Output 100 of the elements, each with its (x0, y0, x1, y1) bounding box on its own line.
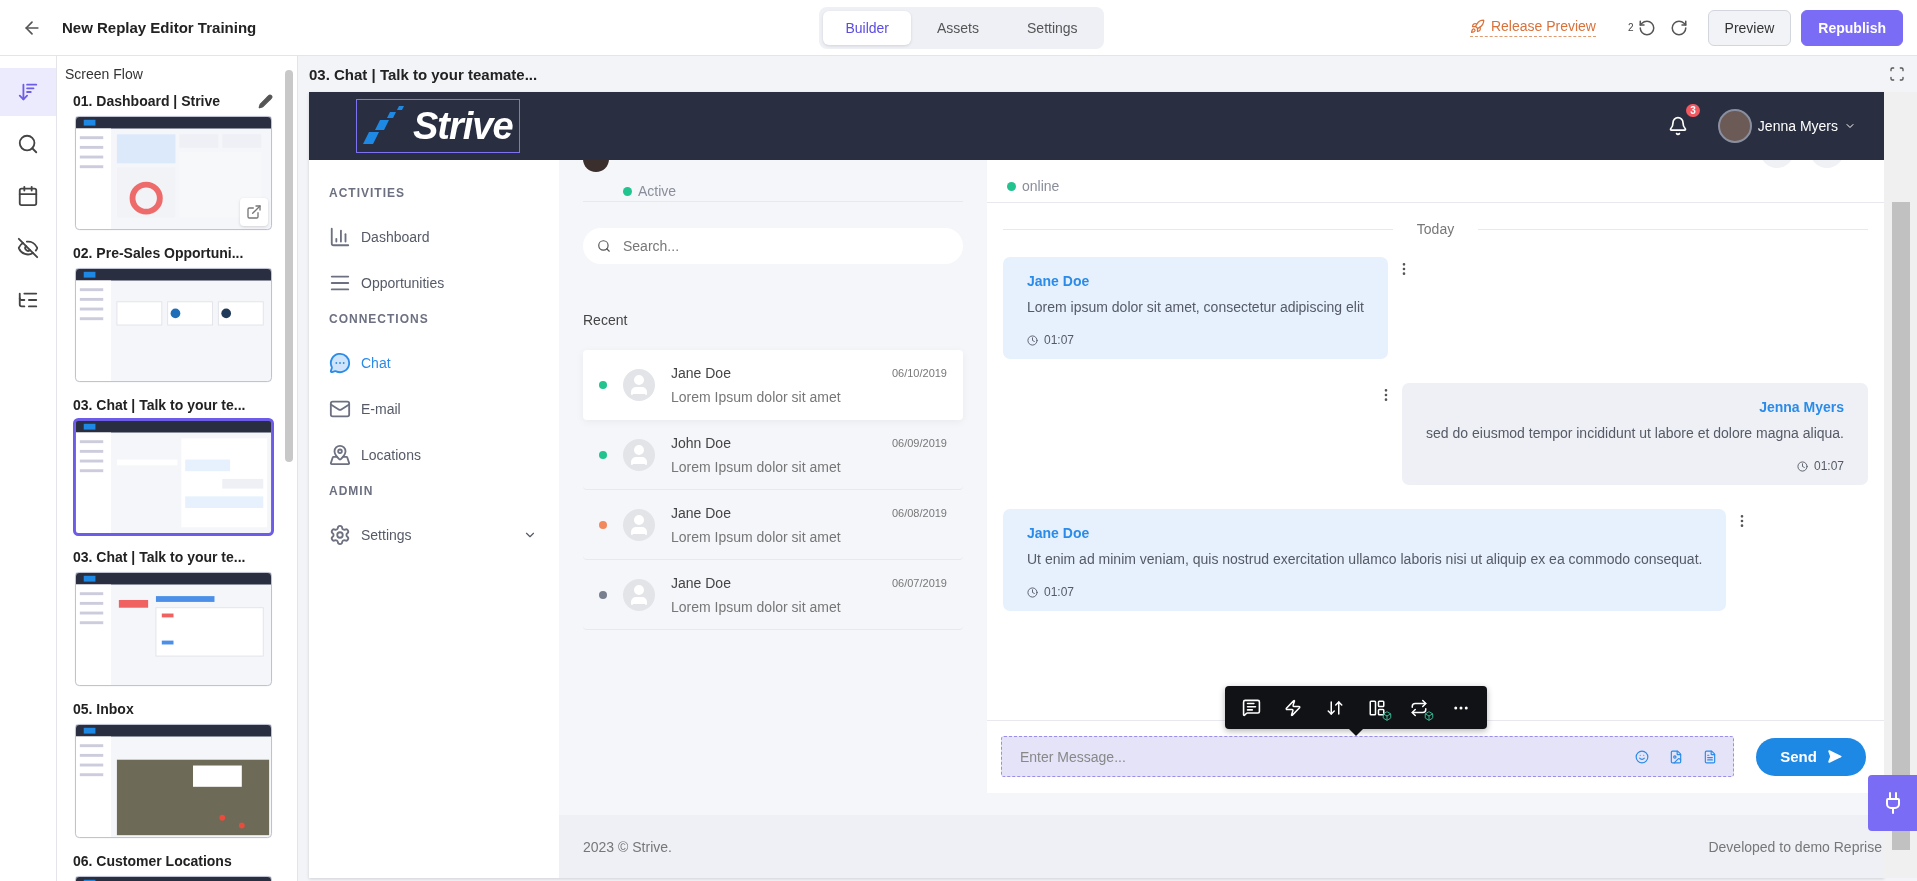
republish-button[interactable]: Republish (1801, 9, 1903, 46)
undo-count: 2 (1628, 22, 1634, 33)
message-date: 06/07/2019 (891, 576, 947, 589)
contact-name: Jane Doe (671, 365, 731, 381)
message-date: 06/10/2019 (891, 367, 947, 379)
scrollbar[interactable] (285, 70, 293, 462)
date-divider: Today (1416, 221, 1455, 237)
message-text: Lorem ipsum dolor sit amet, consectetur adipiscing elit (1027, 299, 1364, 315)
section-heading: ACTIVITIES (329, 185, 406, 202)
emoji-icon[interactable] (1635, 749, 1649, 764)
search-icon (17, 133, 39, 155)
contact-row[interactable]: Jane Doe 06/08/2019 Lorem Ipsum dolor sit amet (583, 490, 963, 560)
search-icon (597, 239, 611, 253)
nav-item[interactable]: Settings (329, 512, 559, 558)
contact-row[interactable]: Jane Doe 06/10/2019 Lorem Ipsum dolor sit amet (583, 350, 963, 420)
list-heading: Recent (583, 312, 629, 328)
screen-thumbnail[interactable] (73, 114, 274, 232)
nav-item[interactable]: E-mail (329, 386, 559, 432)
scrollbar[interactable] (1884, 92, 1917, 878)
mail-icon (329, 398, 351, 420)
nav-item[interactable]: Opportunities (329, 260, 559, 306)
editor-tab[interactable]: Assets (915, 10, 1001, 45)
project-title: New Replay Editor Training (62, 19, 257, 36)
message-input[interactable]: Enter Message... (1018, 747, 1615, 766)
message-date: 06/09/2019 (891, 436, 947, 449)
sort-icon (17, 81, 39, 103)
message-field[interactable]: Enter Message... (1001, 736, 1734, 777)
image-file-icon[interactable] (1669, 749, 1683, 764)
contact-name: John Doe (671, 434, 731, 451)
nav-item[interactable]: Chat (329, 340, 559, 386)
notification-count: 3 (1686, 104, 1700, 117)
message-preview: Lorem Ipsum dolor sit amet (671, 528, 842, 545)
sort-button[interactable] (0, 68, 56, 116)
screen-thumbnail[interactable] (73, 722, 274, 840)
message-date: 06/08/2019 (891, 506, 947, 519)
screen-thumbnail[interactable] (73, 418, 274, 536)
screen-thumbnail[interactable] (73, 570, 274, 688)
contact-name: Jane Doe (671, 574, 731, 591)
status-dot (1007, 181, 1016, 191)
bell-icon (1667, 116, 1688, 136)
search-input[interactable]: Search... (621, 237, 949, 255)
copyright-text: 2023 © Strive. (583, 838, 672, 855)
send-button[interactable]: Send (1756, 737, 1866, 776)
screen-thumbnail[interactable] (73, 266, 274, 384)
message-time: 01:07 (1044, 585, 1075, 599)
clock-icon (1027, 334, 1038, 346)
contact-name: Jane Doe (671, 504, 731, 521)
message-time: 01:07 (1044, 333, 1075, 347)
map-pin-icon (329, 444, 351, 466)
screen-label: 03. Chat | Talk to your te... (73, 549, 246, 565)
user-silhouette-icon (623, 578, 655, 611)
screen-label: 02. Pre-Sales Opportuni... (73, 245, 244, 261)
message-time: 01:07 (1813, 459, 1844, 473)
clock-icon (1796, 460, 1808, 472)
search-field[interactable]: Search... (583, 228, 963, 264)
panel-title: Screen Flow (65, 66, 144, 82)
frame-select-icon[interactable] (1887, 64, 1907, 84)
bar-chart-icon (329, 226, 351, 248)
status-dot (623, 186, 632, 196)
editor-tab[interactable]: Builder (823, 10, 911, 45)
send-icon (1826, 749, 1842, 764)
screen-label: 03. Chat | Talk to your te... (73, 397, 246, 413)
external-link-button[interactable] (240, 198, 268, 226)
user-silhouette-icon (623, 508, 655, 541)
nav-item[interactable]: Locations (329, 432, 559, 478)
message-author: Jane Doe (1027, 273, 1090, 289)
clock-icon (1027, 586, 1038, 598)
eye-off-icon (17, 237, 39, 259)
logo[interactable]: Strive (356, 99, 520, 153)
user-menu[interactable]: Jenna Myers (1711, 108, 1862, 144)
section-heading: ADMIN (329, 483, 375, 500)
user-silhouette-icon (623, 438, 655, 471)
calendar-icon (17, 185, 39, 207)
message-preview: Lorem Ipsum dolor sit amet (671, 598, 842, 615)
user-silhouette-icon (623, 369, 655, 401)
contact-row[interactable]: John Doe 06/09/2019 Lorem Ipsum dolor sit amet (583, 420, 963, 490)
screen-label: 05. Inbox (73, 701, 134, 717)
avatar (1717, 109, 1752, 143)
message-preview: Lorem Ipsum dolor sit amet (671, 389, 842, 405)
preview-button[interactable]: Preview (1707, 9, 1792, 46)
message-text: Ut enim ad minim veniam, quis nostrud exercitation ullamco laboris nisi ut aliquip ex ea commodo consequat. (1027, 551, 1703, 567)
screen-label: 01. Dashboard | Strive (73, 93, 221, 109)
preview-title: 03. Chat | Talk to your teamate... (309, 65, 538, 83)
nav-item[interactable]: Dashboard (329, 214, 559, 260)
credit-text: Developed to demo Reprise (1708, 838, 1882, 855)
file-icon[interactable] (1703, 749, 1717, 764)
plug-icon[interactable] (1868, 775, 1917, 831)
message-author: Jane Doe (1027, 525, 1090, 541)
editor-tab[interactable]: Settings (1005, 10, 1100, 45)
section-heading: CONNECTIONS (329, 311, 430, 328)
external-link-icon (246, 204, 262, 220)
contact-row[interactable]: Jane Doe 06/07/2019 Lorem Ipsum dolor sit amet (583, 560, 963, 630)
logo-text: Strive (413, 104, 513, 148)
message-author: Jenna Myers (1759, 399, 1844, 415)
screen-label: 06. Customer Locations (73, 853, 232, 869)
settings-icon (329, 524, 351, 546)
chat-bubble-icon (329, 352, 351, 374)
rocket-icon (1469, 18, 1485, 34)
message-text: sed do eiusmod tempor incididunt ut labore et dolore magna aliqua. (1426, 425, 1844, 441)
message-preview: Lorem Ipsum dolor sit amet (671, 458, 842, 475)
